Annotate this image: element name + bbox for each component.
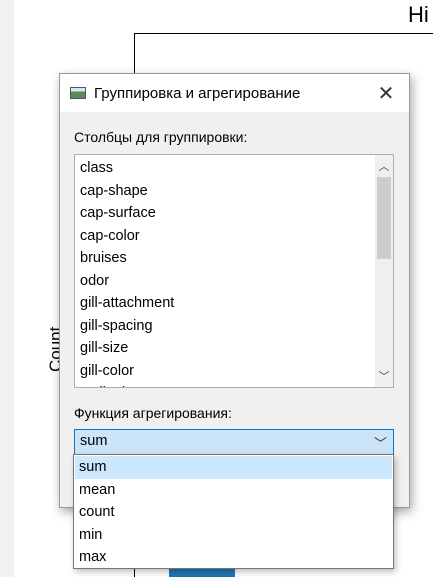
list-scrollbar[interactable]: ︿ ﹀ (375, 155, 393, 387)
list-item[interactable]: class (80, 157, 370, 180)
list-item[interactable]: bruises (80, 247, 370, 270)
chart-axis-top (134, 33, 433, 34)
dialog-title: Группировка и агрегирование (94, 85, 301, 102)
list-item[interactable]: stalk-shape (80, 382, 370, 387)
dropdown-option-mean[interactable]: mean (75, 479, 392, 502)
agg-selected-value: sum (80, 433, 108, 449)
list-item[interactable]: gill-attachment (80, 292, 370, 315)
app-icon (70, 87, 86, 99)
chart-title: Hi (408, 2, 429, 27)
group-aggregate-dialog: Группировка и агрегирование ✕ Столбцы дл… (59, 73, 410, 508)
scroll-thumb[interactable] (377, 177, 391, 259)
list-items-container: class cap-shape cap-surface cap-color bruise… (80, 157, 370, 387)
close-button[interactable]: ✕ (366, 78, 406, 108)
left-panel-edge (0, 0, 14, 577)
agg-options-dropdown: sum mean count min max (73, 454, 394, 569)
list-item[interactable]: cap-shape (80, 180, 370, 203)
dialog-titlebar[interactable]: Группировка и агрегирование ✕ (60, 74, 409, 112)
close-icon: ✕ (377, 82, 395, 105)
list-item[interactable]: cap-surface (80, 202, 370, 225)
chevron-down-icon: ﹀ (378, 371, 390, 383)
scroll-down-button[interactable]: ﹀ (375, 367, 393, 385)
list-item[interactable]: gill-spacing (80, 315, 370, 338)
scroll-up-button[interactable]: ︿ (375, 157, 393, 175)
list-item[interactable]: gill-size (80, 337, 370, 360)
list-item[interactable]: odor (80, 270, 370, 293)
dropdown-option-sum[interactable]: sum (75, 456, 392, 479)
dropdown-option-min[interactable]: min (75, 524, 392, 547)
chevron-up-icon: ︿ (378, 161, 390, 173)
list-item[interactable]: gill-color (80, 360, 370, 383)
group-columns-label: Столбцы для группировки: (74, 129, 248, 145)
agg-function-select[interactable]: sum ﹀ (74, 429, 394, 455)
dropdown-option-max[interactable]: max (75, 546, 392, 569)
group-columns-list[interactable]: class cap-shape cap-surface cap-color bruise… (74, 154, 394, 388)
list-item[interactable]: cap-color (80, 225, 370, 248)
chevron-down-icon: ﹀ (373, 436, 387, 451)
agg-function-label: Функция агрегирования: (74, 405, 232, 421)
dropdown-option-count[interactable]: count (75, 501, 392, 524)
